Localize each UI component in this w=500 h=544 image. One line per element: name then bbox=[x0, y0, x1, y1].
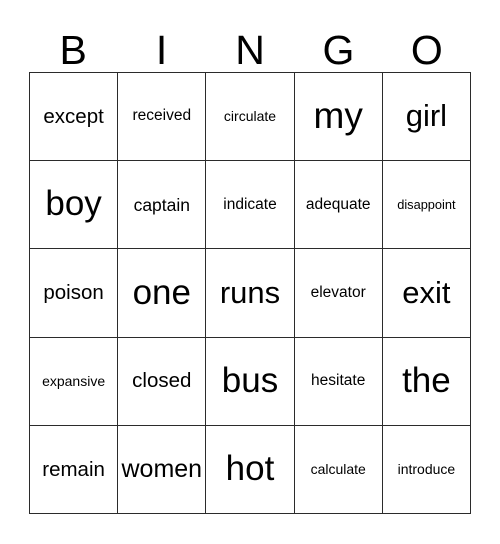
bingo-cell-r2c4[interactable]: adequate bbox=[294, 161, 383, 250]
bingo-cell-label: remain bbox=[42, 457, 105, 481]
bingo-cell-r3c3[interactable]: runs bbox=[206, 249, 295, 338]
bingo-card: B I N G O except received circulate my g… bbox=[0, 0, 500, 544]
bingo-cell-label: my bbox=[313, 95, 363, 137]
bingo-cell-label: runs bbox=[219, 274, 281, 310]
bingo-cell-r3c1[interactable]: poison bbox=[30, 249, 119, 338]
bingo-cell-r3c5[interactable]: exit bbox=[382, 249, 471, 338]
bingo-cell-r1c2[interactable]: received bbox=[118, 73, 207, 162]
bingo-cell-label: one bbox=[132, 272, 191, 312]
bingo-header-letter-n: N bbox=[235, 27, 265, 73]
bingo-cell-label: hot bbox=[225, 449, 275, 489]
bingo-cell-r4c4[interactable]: hesitate bbox=[294, 337, 383, 426]
bingo-cell-label: adequate bbox=[305, 195, 371, 213]
bingo-cell-label: disappoint bbox=[397, 197, 456, 213]
bingo-header-letter-b: B bbox=[59, 27, 87, 73]
bingo-cell-r1c3[interactable]: circulate bbox=[206, 73, 295, 162]
bingo-cell-r2c3[interactable]: indicate bbox=[206, 161, 295, 250]
bingo-cell-r1c1[interactable]: except bbox=[30, 73, 119, 162]
bingo-cell-label: introduce bbox=[397, 461, 456, 478]
bingo-cell-r4c5[interactable]: the bbox=[382, 337, 471, 426]
bingo-cell-label: women bbox=[121, 455, 203, 484]
bingo-cell-r5c2[interactable]: women bbox=[118, 425, 207, 514]
bingo-cell-r4c3[interactable]: bus bbox=[206, 337, 295, 426]
bingo-cell-r1c4[interactable]: my bbox=[294, 73, 383, 162]
bingo-cell-r5c4[interactable]: calculate bbox=[294, 425, 383, 514]
bingo-cell-label: indicate bbox=[223, 195, 277, 213]
bingo-grid: except received circulate my girl boy ca… bbox=[29, 72, 471, 514]
bingo-cell-label: received bbox=[132, 107, 192, 125]
bingo-cell-r3c2[interactable]: one bbox=[118, 249, 207, 338]
bingo-cell-r5c3[interactable]: hot bbox=[206, 425, 295, 514]
bingo-cell-label: boy bbox=[45, 184, 102, 224]
bingo-header-letter-g: G bbox=[322, 27, 355, 73]
bingo-cell-label: captain bbox=[133, 194, 190, 215]
bingo-cell-r5c1[interactable]: remain bbox=[30, 425, 119, 514]
bingo-cell-r1c5[interactable]: girl bbox=[382, 73, 471, 162]
bingo-cell-label: girl bbox=[405, 98, 448, 134]
bingo-header-letter-o: O bbox=[410, 27, 443, 73]
bingo-cell-r2c1[interactable]: boy bbox=[30, 161, 119, 250]
bingo-cell-r5c5[interactable]: introduce bbox=[382, 425, 471, 514]
bingo-cell-r3c4[interactable]: elevator bbox=[294, 249, 383, 338]
bingo-cell-label: circulate bbox=[223, 108, 277, 125]
bingo-header-row: B I N G O bbox=[29, 18, 471, 72]
bingo-cell-label: the bbox=[402, 360, 451, 400]
bingo-cell-label: poison bbox=[43, 281, 104, 305]
bingo-cell-r4c1[interactable]: expansive bbox=[30, 337, 119, 426]
bingo-cell-label: closed bbox=[132, 369, 192, 393]
bingo-cell-label: calculate bbox=[310, 461, 366, 478]
bingo-cell-label: except bbox=[43, 104, 104, 128]
bingo-cell-r2c2[interactable]: captain bbox=[118, 161, 207, 250]
bingo-cell-label: elevator bbox=[310, 283, 366, 301]
bingo-header-letter-i: I bbox=[155, 27, 168, 73]
bingo-cell-label: expansive bbox=[42, 372, 106, 389]
bingo-cell-r2c5[interactable]: disappoint bbox=[382, 161, 471, 250]
bingo-cell-label: exit bbox=[402, 274, 451, 310]
bingo-cell-r4c2[interactable]: closed bbox=[118, 337, 207, 426]
bingo-cell-label: hesitate bbox=[311, 372, 366, 390]
bingo-cell-label: bus bbox=[221, 360, 279, 400]
